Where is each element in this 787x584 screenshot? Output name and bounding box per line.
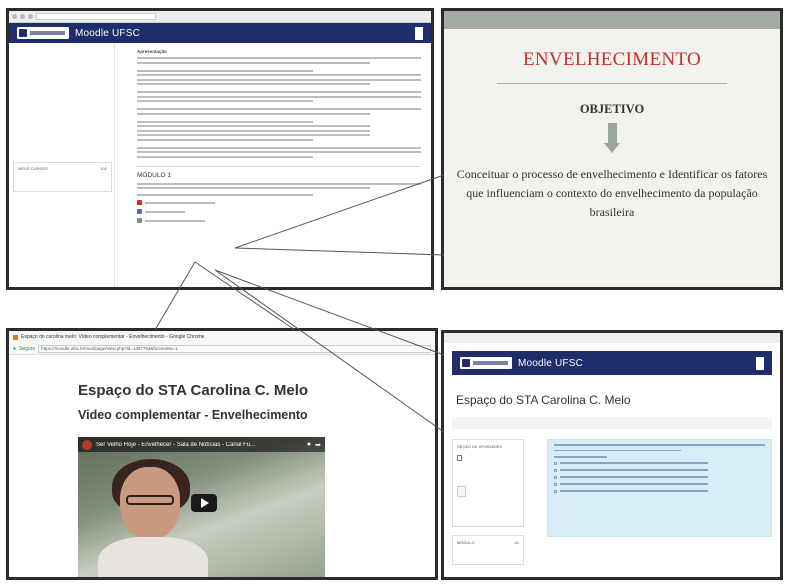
- address-row: ● Seguro https://moodle.ufsc.br/mod/page…: [9, 343, 435, 355]
- pdf-icon: [137, 200, 142, 205]
- course-link[interactable]: [18, 181, 107, 188]
- course-navigation: MEUS CURSOS 102: [9, 43, 115, 287]
- nav-item[interactable]: [27, 145, 110, 151]
- play-button[interactable]: [191, 494, 217, 512]
- slide-screenshot: ENVELHECIMENTO OBJETIVO Conceituar o pro…: [441, 8, 783, 290]
- share-icon[interactable]: ➦: [315, 441, 321, 449]
- forward-icon[interactable]: [20, 14, 25, 19]
- module-section: MÓDULO 1: [137, 165, 421, 223]
- video-title[interactable]: Ser Velho Hoje - Envelhecer - Sala de No…: [96, 442, 303, 448]
- field-labels: [530, 439, 547, 565]
- address-bar[interactable]: [36, 13, 156, 20]
- slide-title: ENVELHECIMENTO: [523, 49, 701, 70]
- space-page-screenshot: Moodle UFSC Espaço do STA Carolina C. Me…: [441, 330, 783, 580]
- activity-video[interactable]: [137, 209, 421, 214]
- course-content: Apresentação MÓDULO 1: [115, 43, 431, 287]
- block-link[interactable]: [457, 467, 519, 472]
- video-caption: [78, 427, 435, 433]
- page-title: Espaço do STA Carolina C. Melo: [456, 393, 631, 407]
- secure-label: Seguro: [19, 345, 36, 352]
- down-arrow-icon: [604, 123, 620, 153]
- block-title: SEÇÃO DE ATIVIDADES: [457, 444, 503, 449]
- user-menu[interactable]: [415, 26, 423, 40]
- block-id: 102: [100, 165, 107, 171]
- avatar[interactable]: [756, 356, 764, 370]
- block2-id: 01: [514, 540, 519, 545]
- section-heading: Apresentação: [137, 49, 167, 54]
- module-block: MÓDULO 01: [452, 535, 524, 565]
- slide-header-bar: [444, 11, 780, 29]
- activities-block: SEÇÃO DE ATIVIDADES: [452, 439, 524, 527]
- moodle-navbar: Moodle UFSC: [452, 351, 772, 375]
- moodle-brand[interactable]: Moodle UFSC: [518, 358, 583, 369]
- block-title: MEUS CURSOS: [18, 165, 48, 171]
- channel-avatar[interactable]: [82, 439, 92, 450]
- watch-later-icon[interactable]: ●: [307, 441, 311, 448]
- divider: [497, 83, 727, 84]
- back-icon[interactable]: [12, 14, 17, 19]
- activity-forum[interactable]: [137, 218, 421, 223]
- window-title: Espaço do carolina melo: Vídeo complemen…: [21, 334, 205, 340]
- ufsc-logo[interactable]: [460, 357, 512, 369]
- embedded-video[interactable]: Ser Velho Hoje - Envelhecer - Sala de No…: [78, 437, 325, 577]
- lock-icon: ●: [13, 345, 17, 352]
- page-title: Espaço do STA Carolina C. Melo: [78, 382, 309, 399]
- info-box: [547, 439, 772, 537]
- block-button[interactable]: [457, 486, 467, 497]
- checkbox-icon[interactable]: [457, 455, 462, 461]
- page-content: Espaço do STA Carolina C. Melo Video com…: [9, 355, 435, 577]
- slide-body: ENVELHECIMENTO OBJETIVO Conceituar o pro…: [444, 29, 780, 287]
- page-icon: [137, 209, 142, 214]
- address-bar[interactable]: https://moodle.ufsc.br/mod/page/view.php…: [38, 344, 431, 353]
- reload-icon[interactable]: [28, 14, 33, 19]
- objective-label: OBJETIVO: [579, 102, 645, 116]
- browser-toolbar: [444, 333, 780, 343]
- breadcrumb[interactable]: [452, 417, 772, 429]
- forum-icon: [137, 218, 142, 223]
- video-page-screenshot: Espaço do carolina melo: Vídeo complemen…: [6, 328, 438, 580]
- ufsc-logo[interactable]: [17, 27, 69, 39]
- video-titlebar: Ser Velho Hoje - Envelhecer - Sala de No…: [78, 437, 325, 452]
- moodle-favicon-icon: [13, 334, 18, 340]
- objective-text: Conceituar o processo de envelhecimento …: [456, 167, 768, 219]
- user-menu[interactable]: [756, 356, 764, 370]
- activity-slides[interactable]: [137, 200, 421, 205]
- my-courses-block: MEUS CURSOS 102: [13, 161, 112, 192]
- moodle-course-screenshot: Moodle UFSC MEUS CURSOS 102 Apresentação…: [6, 8, 434, 290]
- browser-toolbar: [9, 11, 431, 23]
- module-title: MÓDULO 1: [137, 171, 171, 179]
- block2-title: MÓDULO: [457, 540, 475, 545]
- window-titlebar: Espaço do carolina melo: Vídeo complemen…: [9, 331, 435, 343]
- moodle-brand[interactable]: Moodle UFSC: [75, 28, 140, 39]
- avatar[interactable]: [415, 26, 423, 40]
- page-subtitle: Video complementar - Envelhecimento: [78, 408, 308, 422]
- course-link[interactable]: [18, 174, 107, 181]
- moodle-navbar: Moodle UFSC: [9, 23, 431, 43]
